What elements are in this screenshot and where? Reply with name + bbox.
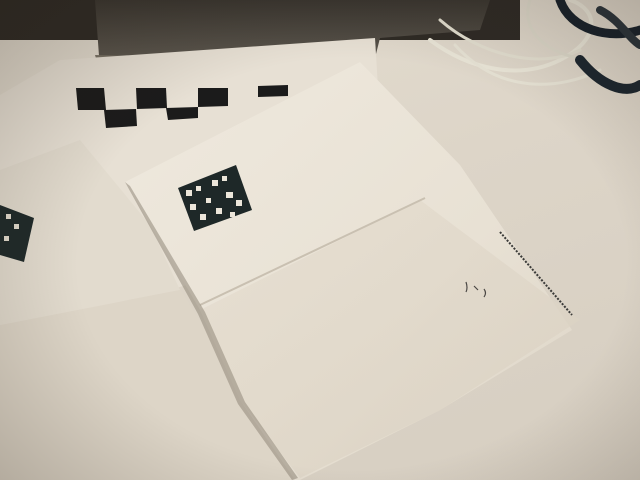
photo-scene — [0, 0, 640, 480]
scene-drawing — [0, 0, 640, 480]
